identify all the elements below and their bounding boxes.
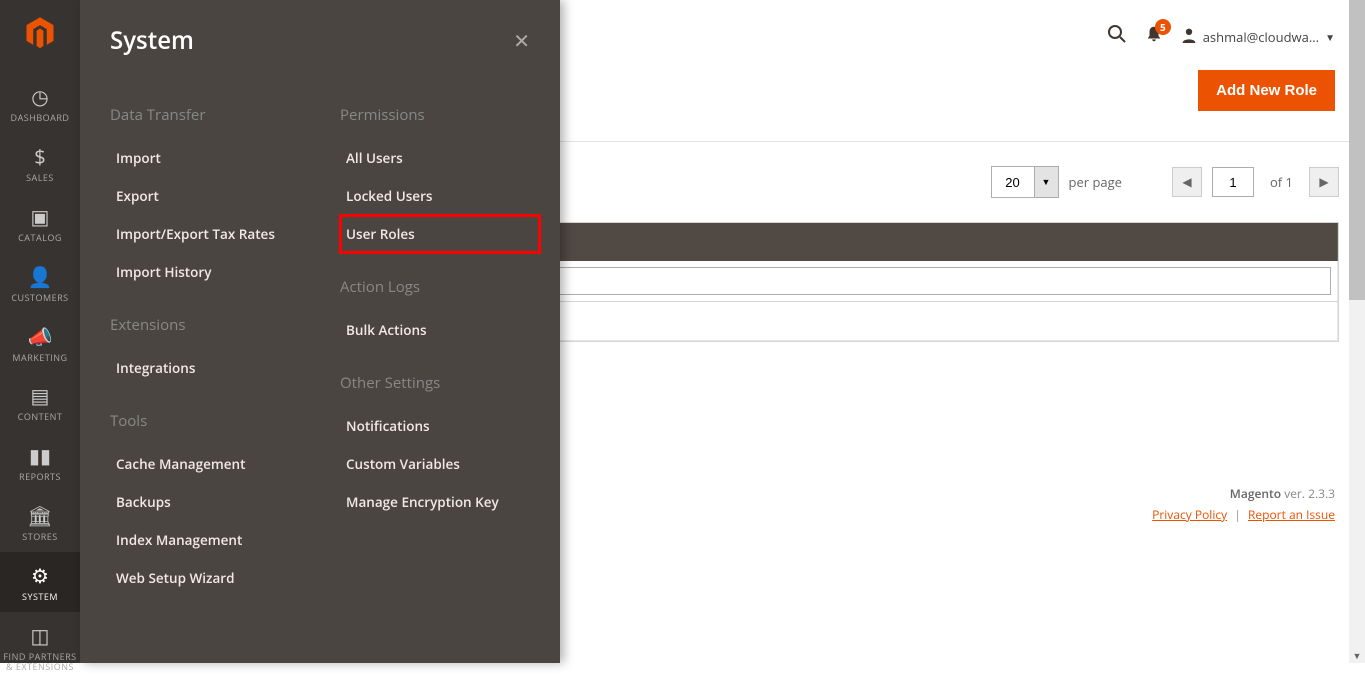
report-issue-link[interactable]: Report an Issue [1248, 506, 1335, 523]
gauge-icon: ◷ [31, 83, 48, 110]
box-icon: ▣ [31, 203, 50, 230]
scroll-down-arrow[interactable]: ▼ [1349, 647, 1365, 663]
link-integrations[interactable]: Integrations [110, 349, 310, 387]
section-data-transfer: Data Transfer [110, 105, 310, 125]
bar-chart-icon: ▮▮ [29, 442, 51, 469]
link-import[interactable]: Import [110, 139, 310, 177]
link-export[interactable]: Export [110, 177, 310, 215]
sidebar-item-dashboard[interactable]: ◷ DASHBOARD [0, 73, 80, 133]
section-permissions: Permissions [340, 105, 540, 125]
magento-label: Magento [1230, 485, 1281, 502]
sidebar-item-sales[interactable]: $ SALES [0, 133, 80, 193]
page-footer: Magento ver. 2.3.3 Privacy Policy | Repo… [1152, 485, 1335, 523]
dollar-icon: $ [34, 143, 45, 170]
user-icon [1181, 27, 1197, 47]
user-dropdown[interactable]: ashmal@cloudwa... ▼ [1181, 27, 1335, 47]
add-new-role-button[interactable]: Add New Role [1198, 70, 1335, 111]
link-cache-management[interactable]: Cache Management [110, 445, 310, 483]
megaphone-icon: 📣 [28, 323, 53, 350]
magento-logo[interactable] [20, 15, 60, 51]
per-page-dropdown-button[interactable]: ▼ [1034, 167, 1058, 197]
browser-scrollbar[interactable]: ▲ ▼ [1349, 0, 1365, 663]
link-custom-variables[interactable]: Custom Variables [340, 445, 540, 483]
sidebar-item-marketing[interactable]: 📣 MARKETING [0, 313, 80, 373]
person-icon: 👤 [28, 263, 53, 290]
per-page-label: per page [1069, 173, 1122, 191]
link-user-roles[interactable]: User Roles [340, 215, 540, 253]
link-backups[interactable]: Backups [110, 483, 310, 521]
system-flyout: System ✕ Data Transfer Import Export Imp… [80, 0, 560, 663]
prev-page-button[interactable]: ◀ [1172, 167, 1202, 197]
close-icon[interactable]: ✕ [513, 27, 530, 54]
gear-icon: ⚙ [31, 562, 49, 589]
layout-icon: ▤ [31, 382, 50, 409]
notifications-icon[interactable]: 5 [1145, 25, 1163, 49]
sidebar-item-stores[interactable]: 🏛 STORES [0, 492, 80, 552]
link-bulk-actions[interactable]: Bulk Actions [340, 311, 540, 349]
link-import-export-tax-rates[interactable]: Import/Export Tax Rates [110, 215, 310, 253]
search-icon[interactable] [1107, 24, 1127, 50]
link-import-history[interactable]: Import History [110, 253, 310, 291]
link-all-users[interactable]: All Users [340, 139, 540, 177]
admin-sidebar: ◷ DASHBOARD $ SALES ▣ CATALOG 👤 CUSTOMER… [0, 0, 80, 663]
per-page-select[interactable]: ▼ [991, 166, 1059, 198]
section-other-settings: Other Settings [340, 373, 540, 393]
sidebar-item-catalog[interactable]: ▣ CATALOG [0, 193, 80, 253]
sidebar-item-reports[interactable]: ▮▮ REPORTS [0, 432, 80, 492]
next-page-button[interactable]: ▶ [1309, 167, 1339, 197]
sidebar-item-content[interactable]: ▤ CONTENT [0, 372, 80, 432]
privacy-policy-link[interactable]: Privacy Policy [1152, 506, 1227, 523]
sidebar-item-system[interactable]: ⚙ SYSTEM [0, 552, 80, 612]
sidebar-item-customers[interactable]: 👤 CUSTOMERS [0, 253, 80, 313]
link-notifications[interactable]: Notifications [340, 407, 540, 445]
per-page-input[interactable] [992, 167, 1034, 197]
page-input[interactable] [1212, 167, 1254, 197]
section-action-logs: Action Logs [340, 277, 540, 297]
link-index-management[interactable]: Index Management [110, 521, 310, 559]
version-label: ver. 2.3.3 [1281, 485, 1335, 502]
section-tools: Tools [110, 411, 310, 431]
chevron-down-icon: ▼ [1325, 30, 1335, 44]
section-extensions: Extensions [110, 315, 310, 335]
of-pages-label: of 1 [1270, 173, 1293, 191]
storefront-icon: 🏛 [27, 502, 52, 529]
link-manage-encryption-key[interactable]: Manage Encryption Key [340, 483, 540, 521]
sidebar-item-find-partners[interactable]: ◫ FIND PARTNERS & EXTENSIONS [0, 612, 80, 682]
link-web-setup-wizard[interactable]: Web Setup Wizard [110, 559, 310, 597]
user-name: ashmal@cloudwa... [1203, 28, 1319, 46]
partners-icon: ◫ [31, 622, 50, 649]
flyout-title: System [110, 24, 194, 57]
link-locked-users[interactable]: Locked Users [340, 177, 540, 215]
scroll-thumb[interactable] [1349, 0, 1365, 300]
notifications-badge: 5 [1155, 19, 1171, 35]
